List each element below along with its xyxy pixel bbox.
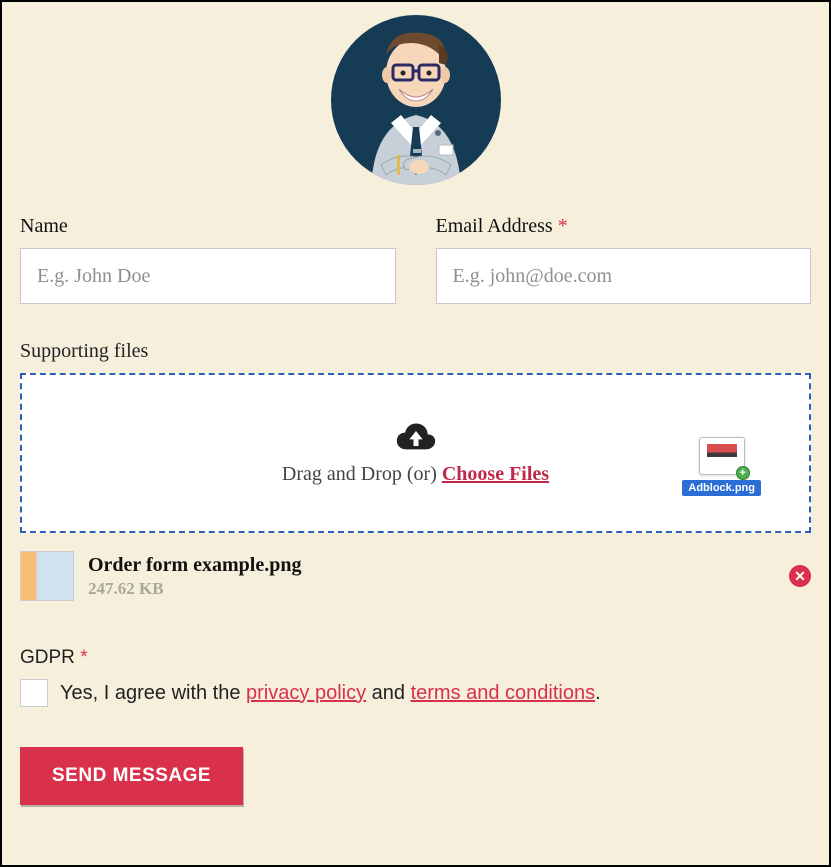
required-marker: * [558, 215, 568, 237]
dropzone-text: Drag and Drop (or) Choose Files [282, 463, 549, 486]
uploaded-file-row: Order form example.png 247.62 KB ✕ [20, 551, 811, 601]
add-plus-icon: + [736, 466, 750, 480]
cloud-upload-icon [396, 421, 436, 451]
name-label: Name [20, 215, 396, 238]
avatar [331, 15, 501, 185]
dragged-file-thumb: + [699, 437, 745, 475]
dragged-file-name: Adblock.png [682, 480, 761, 496]
dragged-file-preview: + Adblock.png [682, 437, 761, 496]
avatar-container [20, 15, 811, 185]
file-dropzone[interactable]: Drag and Drop (or) Choose Files + Adbloc… [20, 373, 811, 533]
privacy-policy-link[interactable]: privacy policy [246, 682, 366, 704]
email-label: Email Address * [436, 215, 812, 238]
email-input[interactable] [436, 248, 812, 304]
supporting-files-label: Supporting files [20, 340, 811, 363]
terms-link[interactable]: terms and conditions [411, 682, 596, 704]
email-field-group: Email Address * [436, 215, 812, 304]
choose-files-link[interactable]: Choose Files [442, 463, 549, 485]
gdpr-consent-text: Yes, I agree with the privacy policy and… [60, 682, 601, 705]
name-input[interactable] [20, 248, 396, 304]
close-icon: ✕ [794, 568, 806, 585]
uploaded-file-thumb [20, 551, 74, 601]
gdpr-checkbox[interactable] [20, 679, 48, 707]
send-message-button[interactable]: SEND MESSAGE [20, 747, 243, 805]
uploaded-file-size: 247.62 KB [88, 579, 302, 599]
gdpr-label: GDPR * [20, 647, 811, 669]
uploaded-file-name: Order form example.png [88, 554, 302, 577]
required-marker: * [80, 647, 87, 668]
remove-file-button[interactable]: ✕ [789, 565, 811, 587]
name-field-group: Name [20, 215, 396, 304]
